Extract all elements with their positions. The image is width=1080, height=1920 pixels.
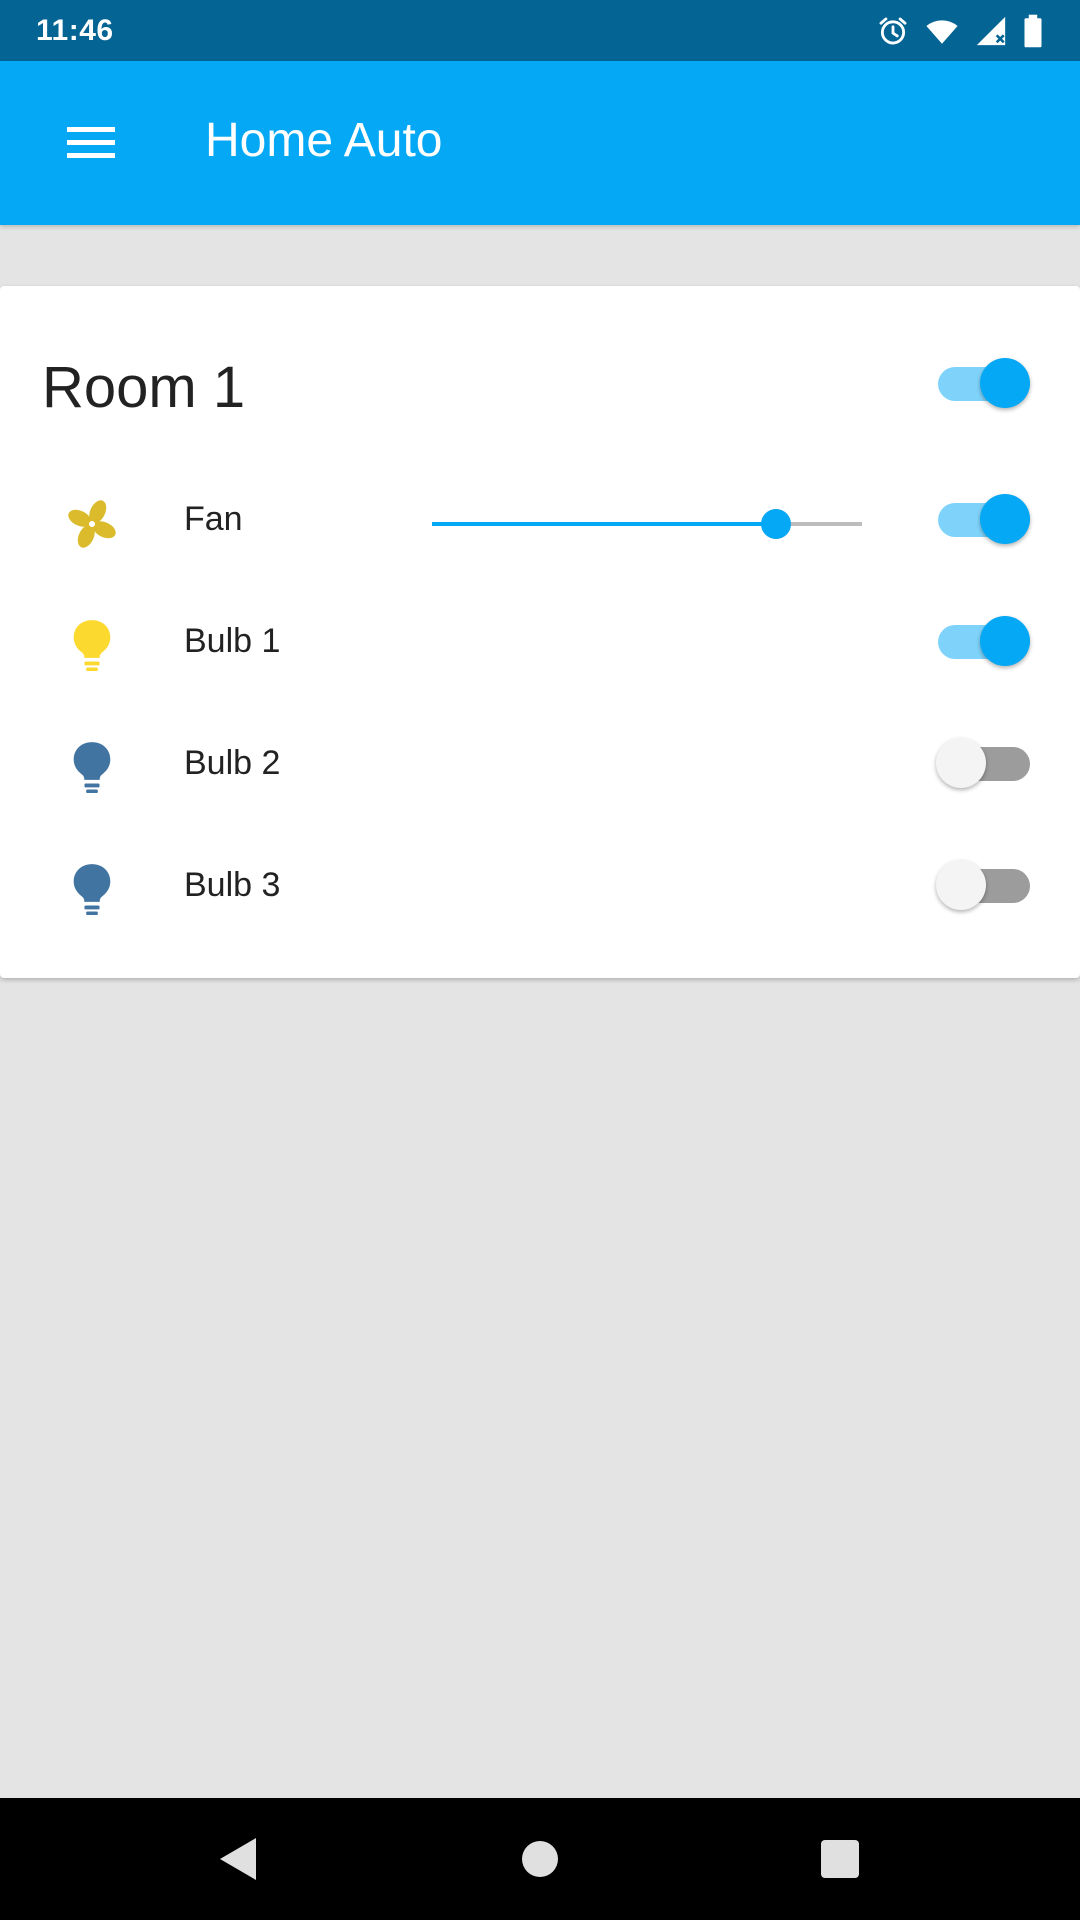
recents-button[interactable] xyxy=(804,1823,876,1895)
room-master-switch[interactable] xyxy=(936,352,1036,412)
device-row-bulb-3: Bulb 3 xyxy=(0,830,1080,940)
home-icon xyxy=(522,1841,558,1877)
slider-knob[interactable] xyxy=(761,509,791,539)
device-label-bulb-1: Bulb 1 xyxy=(184,622,281,660)
bulb-3-switch[interactable] xyxy=(936,854,1036,914)
alarm-icon xyxy=(879,17,907,45)
room-card: Room 1 Fan Bulb 1 Bulb 2 Bulb 3 xyxy=(0,286,1080,978)
app-title: Home Auto xyxy=(205,114,443,167)
back-icon xyxy=(220,1838,256,1880)
status-icons xyxy=(876,12,1044,50)
bulb-2-switch[interactable] xyxy=(936,732,1036,792)
battery-icon xyxy=(1024,14,1042,48)
device-label-bulb-2: Bulb 2 xyxy=(184,744,281,782)
bulb-1-switch[interactable] xyxy=(936,610,1036,670)
fan-speed-slider[interactable] xyxy=(432,504,862,544)
bulb-icon xyxy=(60,858,124,922)
home-button[interactable] xyxy=(504,1823,576,1895)
room-title: Room 1 xyxy=(42,355,246,420)
device-row-bulb-2: Bulb 2 xyxy=(0,708,1080,818)
bulb-icon xyxy=(60,736,124,800)
status-bar: 11:46 xyxy=(0,0,1080,61)
status-time: 11:46 xyxy=(36,14,114,47)
navigation-bar xyxy=(0,1798,1080,1920)
device-label-bulb-3: Bulb 3 xyxy=(184,866,281,904)
fan-switch[interactable] xyxy=(936,488,1036,548)
menu-icon xyxy=(67,127,115,158)
device-row-fan: Fan xyxy=(0,464,1080,574)
app-bar: Home Auto xyxy=(0,61,1080,225)
recents-icon xyxy=(821,1840,859,1878)
fan-icon xyxy=(60,492,124,556)
menu-button[interactable] xyxy=(50,108,134,178)
device-label-fan: Fan xyxy=(184,500,243,538)
wifi-icon xyxy=(926,20,958,44)
signal-icon xyxy=(976,16,1006,46)
bulb-icon xyxy=(60,614,124,678)
back-button[interactable] xyxy=(202,1823,274,1895)
device-row-bulb-1: Bulb 1 xyxy=(0,586,1080,696)
